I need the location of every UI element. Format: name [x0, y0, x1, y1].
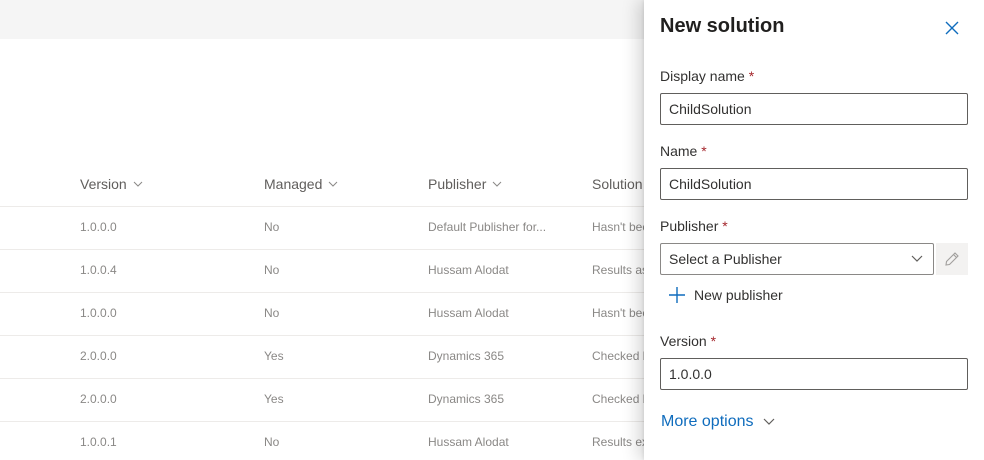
display-name-input[interactable] [660, 93, 968, 125]
chevron-down-icon [133, 181, 143, 187]
cell-publisher: Dynamics 365 [428, 392, 505, 406]
cell-publisher: Hussam Alodat [428, 263, 509, 277]
cell-publisher: Default Publisher for... [428, 220, 547, 234]
required-marker: * [722, 218, 728, 234]
chevron-down-icon [493, 181, 502, 187]
cell-managed: No [264, 263, 280, 277]
display-name-label-text: Display name [660, 68, 745, 84]
cell-solution-check: Hasn't been [592, 306, 652, 320]
cell-version: 1.0.0.0 [80, 220, 117, 234]
cell-solution-check: Hasn't been [592, 220, 652, 234]
chevron-down-icon [329, 181, 338, 187]
required-marker: * [710, 333, 717, 349]
plus-icon [669, 287, 685, 303]
column-header-label: Managed [264, 176, 323, 192]
new-publisher-label: New publisher [694, 287, 783, 303]
cell-managed: Yes [264, 392, 284, 406]
cell-version: 1.0.0.4 [80, 263, 117, 277]
close-icon [945, 21, 959, 35]
column-header-managed[interactable]: Managed [264, 176, 339, 192]
chevron-down-icon [763, 418, 774, 425]
publisher-select[interactable]: Select a Publisher [660, 243, 934, 275]
required-marker: * [701, 143, 707, 159]
cell-solution-check: Checked b [592, 349, 650, 363]
name-label-text: Name [660, 143, 698, 159]
cell-publisher: Hussam Alodat [428, 435, 509, 449]
cell-version: 1.0.0.1 [80, 435, 117, 449]
more-options-label: More options [661, 413, 754, 430]
chevron-down-icon [911, 255, 923, 262]
cell-managed: No [264, 435, 280, 449]
cell-version: 2.0.0.0 [80, 392, 117, 406]
cell-publisher: Dynamics 365 [428, 349, 505, 363]
publisher-label: Publisher * [660, 218, 728, 234]
publisher-label-text: Publisher [660, 218, 719, 234]
cell-managed: No [264, 306, 280, 320]
column-header-version[interactable]: Version [80, 176, 144, 192]
new-publisher-button[interactable]: New publisher [668, 285, 783, 305]
name-label: Name * [660, 143, 707, 159]
display-name-label: Display name * [660, 68, 754, 84]
publisher-select-value: Select a Publisher [669, 251, 782, 267]
column-header-label: Version [80, 176, 127, 192]
panel-title: New solution [660, 15, 785, 37]
cell-solution-check: Results as [592, 263, 649, 277]
version-label: Version * [660, 333, 716, 349]
version-input[interactable] [660, 358, 968, 390]
column-header-publisher[interactable]: Publisher [428, 176, 503, 192]
cell-version: 1.0.0.0 [80, 306, 117, 320]
version-label-text: Version [660, 333, 707, 349]
cell-solution-check: Results ex [592, 435, 649, 449]
column-header-solution[interactable]: Solution [592, 176, 643, 192]
pencil-icon [945, 252, 959, 266]
cell-managed: Yes [264, 349, 284, 363]
cell-version: 2.0.0.0 [80, 349, 117, 363]
cell-solution-check: Checked b [592, 392, 650, 406]
column-header-label: Solution [592, 176, 643, 192]
close-button[interactable] [940, 16, 964, 40]
page: Version Managed Publisher Solution 1.0.0… [0, 0, 984, 460]
required-marker: * [748, 68, 755, 84]
cell-managed: No [264, 220, 280, 234]
column-header-label: Publisher [428, 176, 487, 192]
more-options-toggle[interactable]: More options [661, 413, 776, 431]
edit-publisher-button[interactable] [936, 243, 968, 275]
new-solution-panel: New solution Display name * Name * Publi… [644, 0, 984, 460]
cell-publisher: Hussam Alodat [428, 306, 509, 320]
name-input[interactable] [660, 168, 968, 200]
